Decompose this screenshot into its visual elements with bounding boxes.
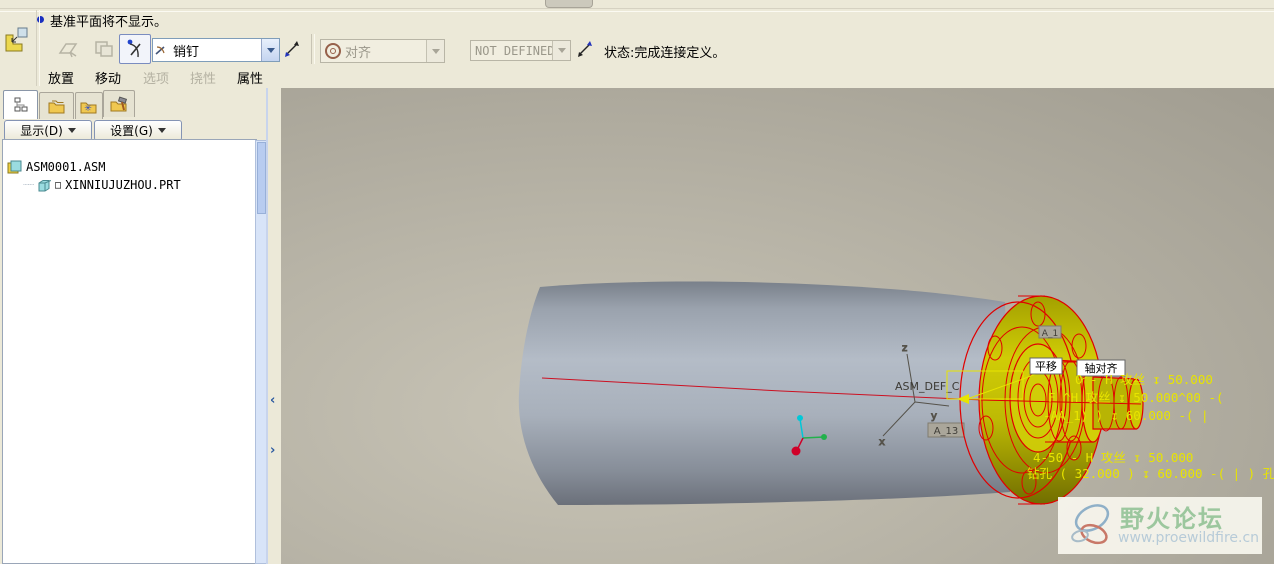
watermark-url: www.proewildfire.cn xyxy=(1118,530,1260,546)
svg-text:y: y xyxy=(931,411,937,422)
proe-assembly-window: 基准平面将不显示。 销钉 对齐 NOT DEFINED 状态:完成连接定义。 放… xyxy=(0,0,1274,564)
tree-item-part[interactable]: ┈┈ □ XINNIUJUZHOU.PRT xyxy=(23,178,181,192)
folders-icon xyxy=(48,100,64,113)
settings-menu-button[interactable]: 设置(G) xyxy=(94,120,182,141)
separate-window-button[interactable] xyxy=(88,34,120,64)
svg-text:-AA_1) ) ↧ 60.000 -( |: -AA_1) ) ↧ 60.000 -( | xyxy=(1043,408,1209,423)
toolbar-separator xyxy=(36,10,40,86)
dropdown-arrow-icon xyxy=(67,128,76,133)
axis-tag-a1[interactable]: A_1 xyxy=(1038,325,1062,339)
tab-folder-browser[interactable] xyxy=(39,92,74,119)
constraint-type-value: 销钉 xyxy=(173,44,200,60)
tree-item-label: XINNIUJUZHOU.PRT xyxy=(65,178,181,192)
folder-star-icon: ✳ xyxy=(80,102,97,114)
svg-text:x: x xyxy=(879,437,885,448)
tab-history[interactable] xyxy=(103,90,135,117)
model-tree: ASM0001.ASM ┈┈ □ XINNIUJUZHOU.PRT xyxy=(2,139,257,564)
tree-scrollbar-thumb[interactable] xyxy=(257,142,266,214)
navigator-panel: ✳ 显示(D) 设置(G) ASM0001.ASM ┈┈ □ XINNIUJUZH… xyxy=(0,88,281,564)
collapse-left-icon[interactable]: ‹ xyxy=(270,394,275,407)
drag-label-translate[interactable]: 平移 xyxy=(1029,357,1063,375)
svg-text:钻孔 ( 32.000 ) ↧ 60.000 -( | ): 钻孔 ( 32.000 ) ↧ 60.000 -( | ) 孔 xyxy=(1027,466,1274,481)
svg-text:F ^H 攻丝 ↧ 50.000^00 -(: F ^H 攻丝 ↧ 50.000^00 -( xyxy=(1048,390,1224,405)
svg-text:4-50 - H 攻丝 ↧ 50.000: 4-50 - H 攻丝 ↧ 50.000 xyxy=(1033,450,1193,465)
svg-text:A_13: A_13 xyxy=(934,426,959,437)
flip-orientation-button[interactable] xyxy=(576,40,594,62)
part-icon xyxy=(38,179,52,191)
use-interface-button[interactable] xyxy=(52,34,84,64)
tab-move[interactable]: 移动 xyxy=(95,68,121,87)
message-text: 基准平面将不显示。 xyxy=(50,15,168,30)
wildfire-logo-icon xyxy=(1071,504,1110,545)
svg-text:平移: 平移 xyxy=(1035,360,1057,373)
constraint-type-dropdown[interactable]: 销钉 xyxy=(152,38,280,62)
constraint-status-arrow xyxy=(552,41,570,60)
flip-constraint-button[interactable] xyxy=(283,40,301,62)
constraint-status-dropdown[interactable]: NOT DEFINED xyxy=(470,40,571,61)
tree-item-assembly[interactable]: ASM0001.ASM xyxy=(7,160,105,174)
pin-constraint-icon xyxy=(155,46,165,55)
settings-menu-label: 设置(G) xyxy=(110,124,153,138)
dropdown-arrow-icon xyxy=(157,128,166,133)
expand-right-icon[interactable]: › xyxy=(270,444,275,457)
offset-type-dropdown[interactable]: 对齐 xyxy=(320,39,445,63)
feature-box-glyph: □ xyxy=(55,179,62,191)
svg-text:✳: ✳ xyxy=(84,104,92,114)
axis-tag-a13[interactable]: A_13 xyxy=(927,422,965,438)
toolbar-separator xyxy=(311,34,315,64)
tab-placement[interactable]: 放置 xyxy=(48,68,74,87)
tree-branch-line: ┈┈ xyxy=(23,179,34,191)
tab-model-tree[interactable] xyxy=(3,90,38,119)
assemble-component-icon xyxy=(3,26,31,60)
tab-properties[interactable]: 属性 xyxy=(237,68,263,87)
svg-text:z: z xyxy=(902,343,907,354)
window-top-tab xyxy=(545,0,593,8)
show-menu-button[interactable]: 显示(D) xyxy=(4,120,92,141)
tree-item-label: ASM0001.ASM xyxy=(26,160,106,174)
tab-options: 选项 xyxy=(143,72,170,87)
align-constraint-icon xyxy=(325,43,341,59)
connection-status-text: 状态:完成连接定义。 xyxy=(604,46,726,61)
csys-label: ASM_DEF_C xyxy=(895,380,960,393)
tab-favorites[interactable]: ✳ xyxy=(75,92,103,119)
svg-text:0 - H 攻丝 ↧ 50.000: 0 - H 攻丝 ↧ 50.000 xyxy=(1075,372,1213,387)
assembly-window-button[interactable] xyxy=(119,34,151,64)
tab-flexibility: 挠性 xyxy=(190,72,217,87)
show-menu-label: 显示(D) xyxy=(20,124,63,138)
assembly-icon xyxy=(7,160,22,174)
offset-type-value: 对齐 xyxy=(345,45,372,61)
model-tree-icon xyxy=(14,97,27,112)
watermark-title: 野火论坛 xyxy=(1120,505,1224,533)
toolbar-groove xyxy=(0,8,1274,12)
cylinder-body[interactable] xyxy=(518,281,1010,505)
constraint-type-arrow[interactable] xyxy=(261,39,279,61)
svg-text:A_1: A_1 xyxy=(1042,329,1058,339)
forum-watermark: 野火论坛 www.proewildfire.cn xyxy=(1058,497,1262,554)
offset-type-arrow xyxy=(426,40,444,62)
graphics-area[interactable]: x z y ASM_DEF_C A_13 A_1 平移 轴对齐 0 - H 攻丝… xyxy=(281,88,1274,564)
constraint-status-value: NOT DEFINED xyxy=(475,43,552,58)
folder-hammer-icon xyxy=(110,96,127,111)
